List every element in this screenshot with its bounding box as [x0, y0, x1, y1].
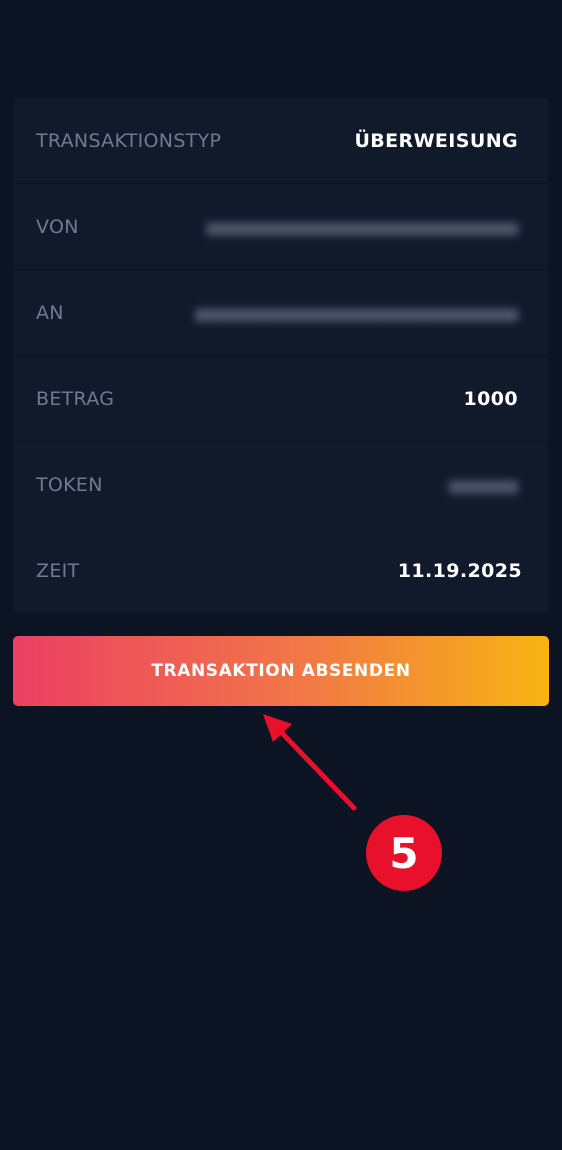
row-to: AN ▆▆▆▆▆▆▆▆▆▆▆▆▆▆▆▆▆▆▆▆▆▆▆▆▆▆▆▆: [14, 270, 548, 356]
from-address-redacted: ▆▆▆▆▆▆▆▆▆▆▆▆▆▆▆▆▆▆▆▆▆▆▆▆▆▆▆: [206, 217, 518, 236]
to-label: AN: [36, 301, 64, 324]
row-transaction-type: TRANSAKTIONSTYP ÜBERWEISUNG: [14, 98, 548, 184]
row-time: ZEIT 11.19.2025: [14, 528, 548, 614]
amount-label: BETRAG: [36, 387, 115, 410]
row-amount: BETRAG 1000: [14, 356, 548, 442]
from-label: VON: [36, 215, 79, 238]
time-label: ZEIT: [36, 560, 80, 582]
step-number-badge: 5: [366, 815, 442, 891]
send-transaction-button[interactable]: TRANSAKTION ABSENDEN: [13, 636, 549, 706]
token-value-redacted: ▆▆▆▆▆▆: [448, 476, 518, 494]
row-from: VON ▆▆▆▆▆▆▆▆▆▆▆▆▆▆▆▆▆▆▆▆▆▆▆▆▆▆▆: [14, 184, 548, 270]
transaction-type-label: TRANSAKTIONSTYP: [36, 129, 222, 152]
amount-value: 1000: [463, 387, 518, 410]
token-label: TOKEN: [36, 474, 103, 496]
transaction-type-value: ÜBERWEISUNG: [354, 129, 518, 152]
transaction-details-card: TRANSAKTIONSTYP ÜBERWEISUNG VON ▆▆▆▆▆▆▆▆…: [14, 98, 548, 612]
row-token: TOKEN ▆▆▆▆▆▆: [14, 442, 548, 528]
time-value: 11.19.2025: [397, 560, 522, 582]
to-address-redacted: ▆▆▆▆▆▆▆▆▆▆▆▆▆▆▆▆▆▆▆▆▆▆▆▆▆▆▆▆: [195, 303, 518, 322]
